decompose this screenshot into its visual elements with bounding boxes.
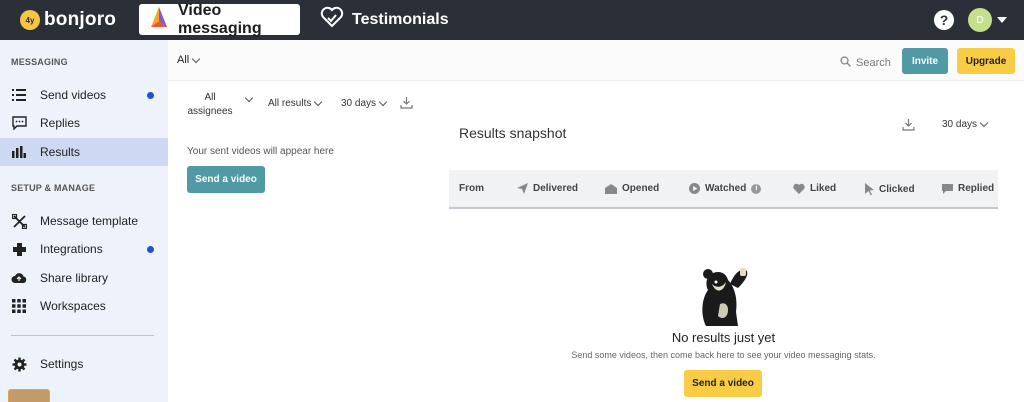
avatar[interactable] <box>8 389 50 402</box>
search-icon <box>840 54 851 72</box>
section-heading-messaging: MESSAGING <box>11 57 68 67</box>
column-header-delivered: Delivered <box>517 183 578 194</box>
column-label: Liked <box>810 183 837 194</box>
sidebar-item-label: Message template <box>40 214 139 228</box>
nav-tab-video-messaging[interactable]: Video messaging <box>139 1 300 37</box>
column-label: Replied <box>958 183 995 194</box>
bonjoro-logo[interactable]: 4y bonjoro <box>20 8 116 32</box>
column-label: Opened <box>622 183 660 194</box>
testimonials-icon <box>320 6 344 33</box>
download-icon[interactable] <box>400 96 413 114</box>
results-table-header: From Delivered Opened Watched i Liked Cl… <box>449 170 998 209</box>
sidebar-item-integrations[interactable]: Integrations <box>0 235 168 263</box>
video-messaging-icon <box>148 6 170 33</box>
chevron-down-icon <box>378 97 388 107</box>
send-video-button[interactable]: Send a video <box>684 370 762 397</box>
sidebar-item-label: Workspaces <box>40 299 106 313</box>
column-header-from: From <box>459 183 484 194</box>
notification-dot <box>147 246 154 253</box>
empty-state-title: No results just yet <box>671 330 776 345</box>
notification-dot <box>147 92 154 99</box>
heart-icon <box>793 183 805 194</box>
invite-button[interactable]: Invite <box>902 48 948 74</box>
assignees-filter-dropdown[interactable]: All assignees <box>187 91 233 119</box>
avatar[interactable]: D <box>968 8 992 32</box>
cloud-icon <box>11 270 27 286</box>
column-label: Clicked <box>879 183 915 195</box>
nav-tab-label: Video messaging <box>178 1 262 37</box>
top-navigation-bar: 4y bonjoro Video messaging Testimonials … <box>0 0 1024 40</box>
envelope-icon <box>605 183 617 194</box>
nav-tab-label: Testimonials <box>352 10 449 28</box>
empty-state-subtitle: Send some videos, then come back here to… <box>571 350 876 360</box>
sidebar-item-label: Replies <box>40 116 81 130</box>
column-header-clicked: Clicked <box>865 183 915 195</box>
column-header-opened: Opened <box>605 183 659 194</box>
sidebar-item-label: Settings <box>40 357 84 371</box>
sidebar: MESSAGING Send videos Replies Results SE… <box>0 40 168 402</box>
chevron-down-icon <box>979 118 989 128</box>
days-filter-label: 30 days <box>341 98 377 109</box>
cursor-icon <box>865 183 874 195</box>
caret-down-icon[interactable] <box>997 17 1007 23</box>
bonjoro-logo-icon: 4y <box>20 10 40 30</box>
sidebar-item-message-template[interactable]: Message template <box>0 207 168 235</box>
sidebar-divider <box>11 335 154 336</box>
results-filter-dropdown[interactable]: All results <box>268 97 323 109</box>
empty-state-text: Your sent videos will appear here <box>187 146 334 157</box>
column-header-replied: Replied <box>942 183 994 194</box>
column-header-watched: Watched i <box>689 183 762 194</box>
sidebar-item-settings[interactable]: Settings <box>0 350 168 378</box>
info-icon[interactable]: i <box>751 183 762 194</box>
search-input[interactable]: Search <box>840 54 891 72</box>
sidebar-item-label: Share library <box>40 271 109 285</box>
bar-chart-icon <box>11 144 27 160</box>
chat-icon <box>942 183 953 194</box>
results-filter-label: All results <box>268 98 312 109</box>
all-filter-label: All <box>177 54 190 66</box>
gear-icon <box>11 356 27 372</box>
sidebar-item-label: Send videos <box>40 88 107 102</box>
page-title: Results snapshot <box>459 125 567 141</box>
chevron-down-icon <box>191 54 201 63</box>
all-filter-dropdown[interactable]: All <box>177 54 201 66</box>
chevron-down-icon <box>314 97 323 107</box>
sidebar-item-label: Results <box>40 145 81 159</box>
nav-tab-testimonials[interactable]: Testimonials <box>320 4 449 35</box>
search-placeholder: Search <box>856 57 891 69</box>
grid-icon <box>11 298 27 314</box>
logo-text: bonjoro <box>44 9 117 30</box>
sidebar-item-label: Integrations <box>40 242 103 256</box>
sidebar-item-send-videos[interactable]: Send videos <box>0 81 168 109</box>
list-icon <box>11 87 27 103</box>
download-icon[interactable] <box>902 118 915 136</box>
send-icon <box>517 183 528 194</box>
chevron-down-icon[interactable] <box>244 93 254 103</box>
column-header-liked: Liked <box>793 183 836 194</box>
days-filter-dropdown[interactable]: 30 days <box>942 118 989 130</box>
days-filter-label: 30 days <box>942 119 978 130</box>
template-icon <box>11 213 27 229</box>
column-label: Watched <box>705 183 747 194</box>
sidebar-item-replies[interactable]: Replies <box>0 109 168 137</box>
sidebar-item-share-library[interactable]: Share library <box>0 264 168 292</box>
sidebar-item-workspaces[interactable]: Workspaces <box>0 292 168 320</box>
help-icon[interactable]: ? <box>934 10 954 30</box>
bear-illustration <box>694 264 754 331</box>
play-icon <box>689 183 700 194</box>
section-heading-setup: SETUP & MANAGE <box>11 183 96 193</box>
send-video-button[interactable]: Send a video <box>187 166 265 193</box>
upgrade-button[interactable]: Upgrade <box>957 48 1015 74</box>
filter-bar: All Search Invite Upgrade <box>168 40 1024 81</box>
chat-icon <box>11 115 27 131</box>
column-label: From <box>459 183 484 194</box>
puzzle-icon <box>11 241 27 257</box>
sidebar-item-results[interactable]: Results <box>0 138 168 166</box>
days-filter-dropdown[interactable]: 30 days <box>341 97 388 109</box>
column-label: Delivered <box>533 183 579 194</box>
